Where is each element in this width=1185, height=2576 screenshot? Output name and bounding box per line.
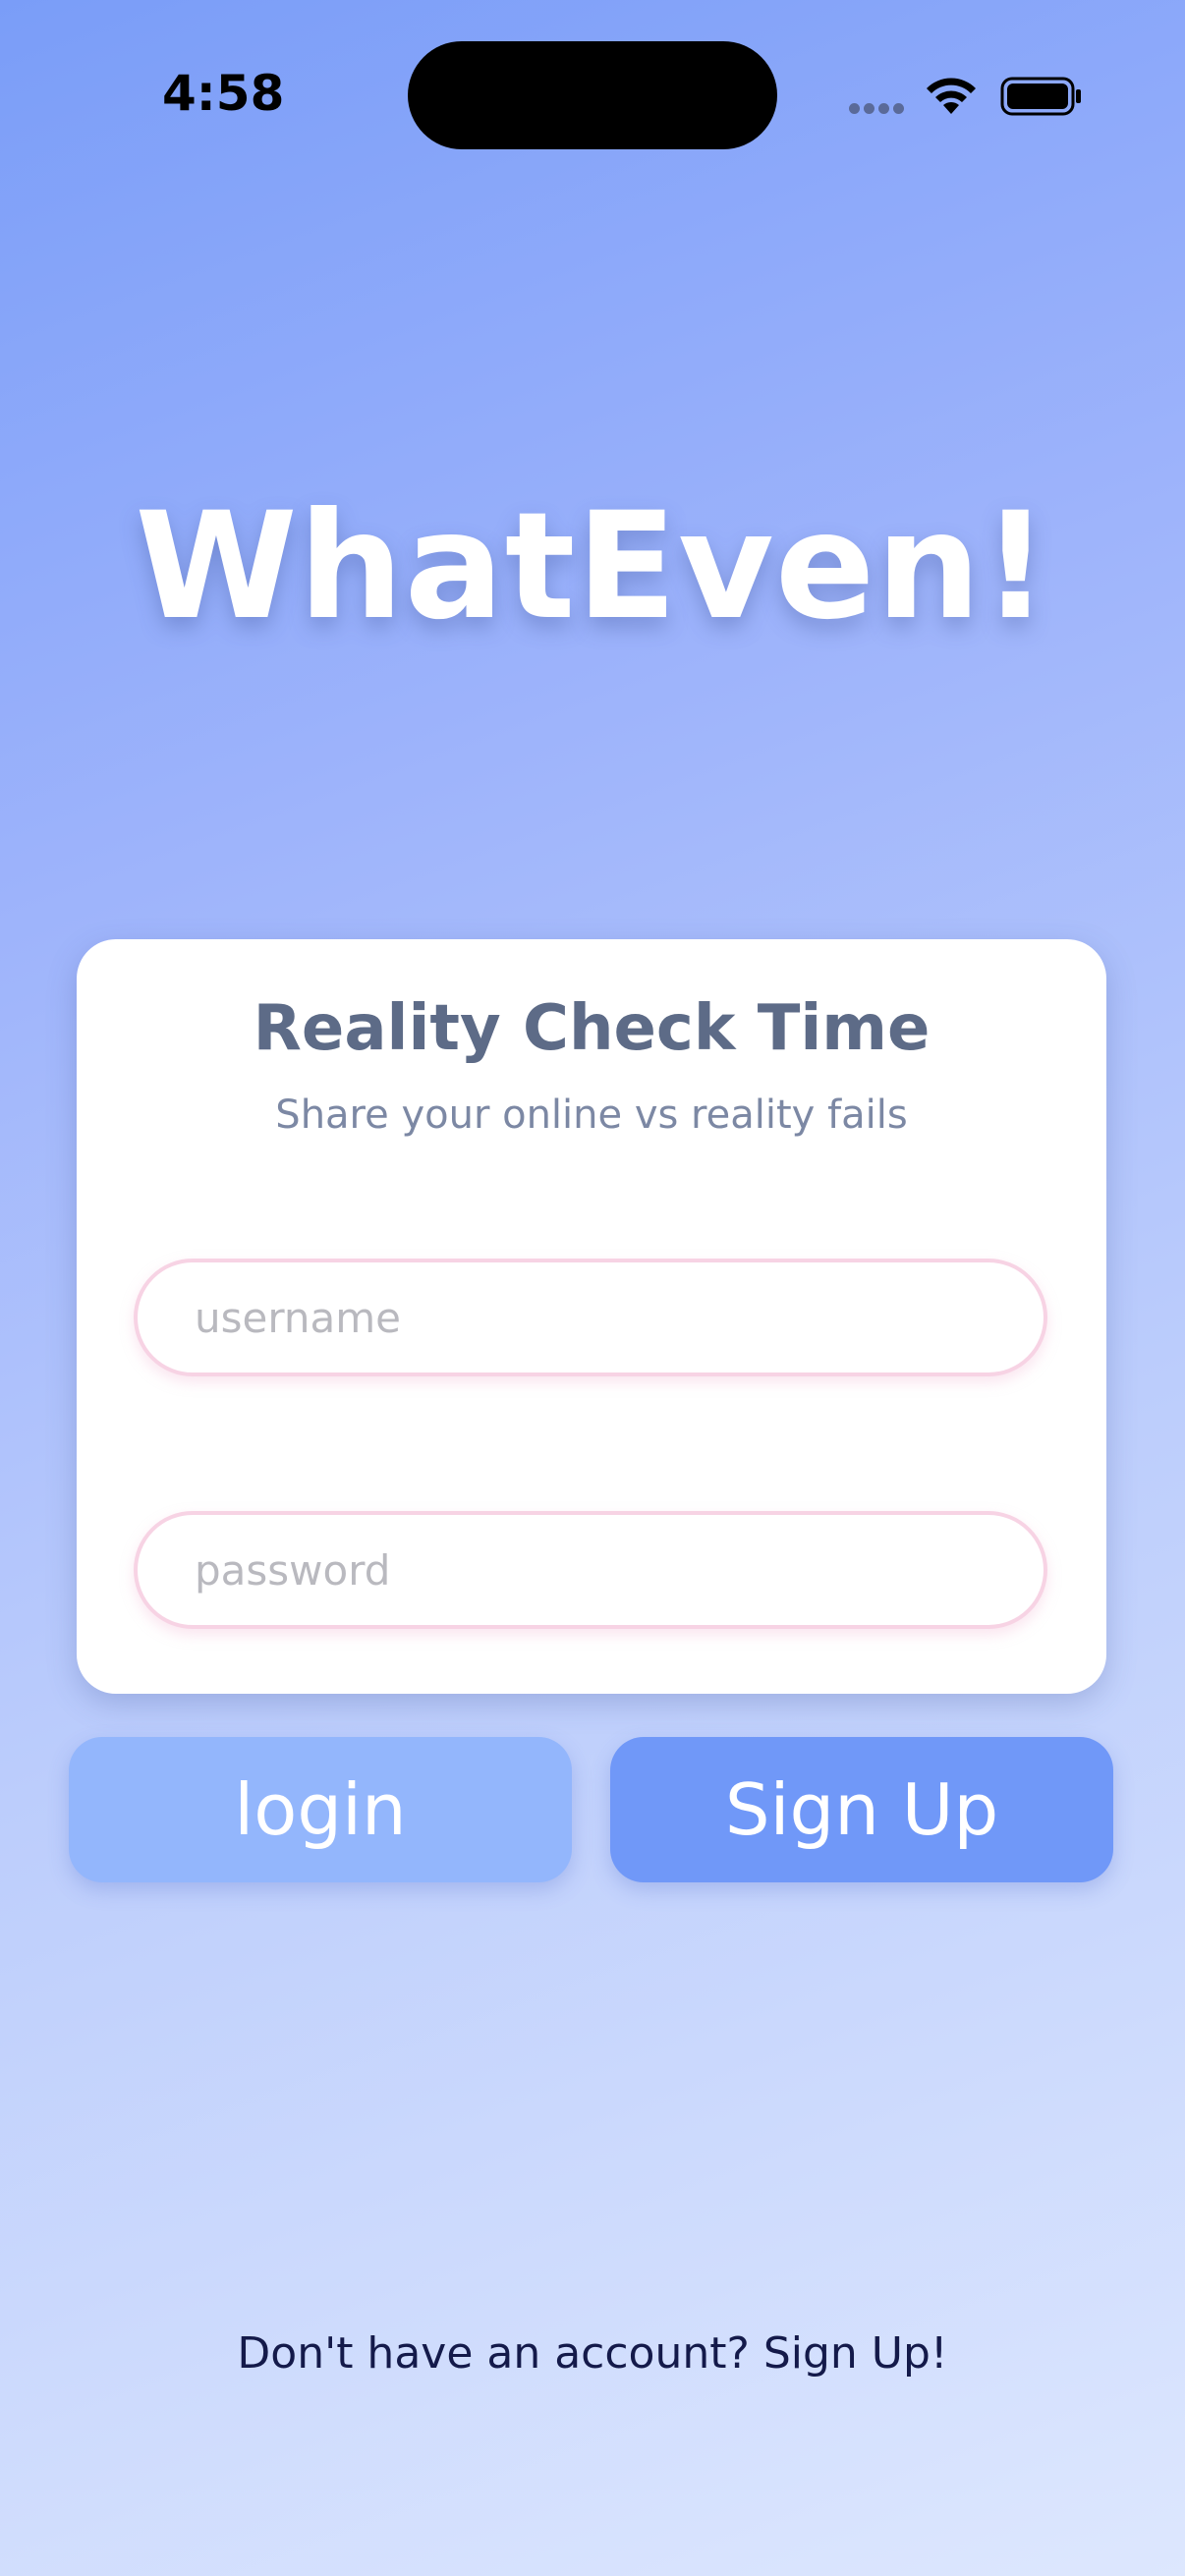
wifi-icon (927, 78, 976, 114)
card-title: Reality Check Time (253, 992, 931, 1065)
card-subtitle: Share your online vs reality fails (275, 1092, 908, 1138)
app-title: WhatEven! (135, 481, 1050, 652)
signup-button[interactable]: Sign Up (610, 1737, 1113, 1882)
dynamic-island (408, 41, 777, 149)
password-input[interactable] (134, 1511, 1047, 1629)
battery-icon (1000, 77, 1081, 116)
login-button[interactable]: login (69, 1737, 572, 1882)
status-time: 4:58 (162, 65, 285, 122)
login-card: Reality Check Time Share your online vs … (77, 939, 1106, 1694)
cellular-signal-icon (849, 103, 908, 114)
username-input[interactable] (134, 1259, 1047, 1376)
status-bar: 4:58 (0, 0, 1185, 196)
signup-prompt-link[interactable]: Don't have an account? Sign Up! (0, 2328, 1185, 2379)
